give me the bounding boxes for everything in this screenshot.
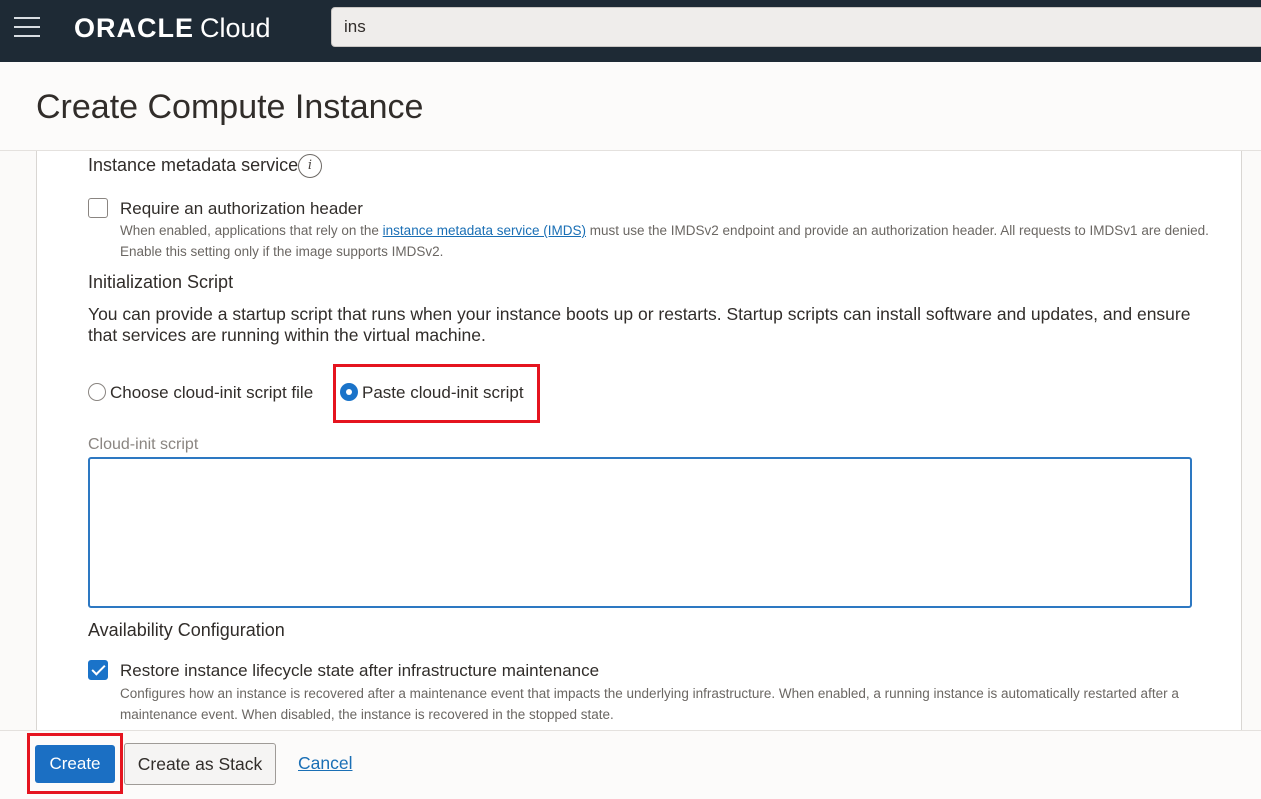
cancel-link[interactable]: Cancel (298, 753, 352, 774)
restore-lifecycle-checkbox[interactable] (88, 660, 108, 680)
auth-header-label: Require an authorization header (120, 199, 363, 218)
restore-lifecycle-help: Configures how an instance is recovered … (120, 686, 1179, 722)
footer-actions: Create Create as Stack Cancel (0, 730, 1261, 799)
auth-help-text-before: When enabled, applications that rely on … (120, 223, 383, 238)
cloud-init-script-textarea[interactable] (88, 457, 1192, 608)
top-navigation-bar: ORACLE Cloud (0, 0, 1261, 62)
page-title: Create Compute Instance (36, 88, 424, 126)
logo-product: Cloud (200, 13, 271, 43)
auth-header-help: When enabled, applications that rely on … (120, 220, 1210, 262)
restore-lifecycle-label: Restore instance lifecycle state after i… (120, 661, 600, 680)
cloud-init-script-label: Cloud-init script (88, 436, 199, 453)
auth-header-checkbox[interactable] (88, 198, 108, 218)
init-section-title: Initialization Script (88, 272, 234, 292)
choose-file-label[interactable]: Choose cloud-init script file (110, 383, 313, 403)
metadata-section-title-text: Instance metadata service (88, 155, 299, 175)
form-panel[interactable]: Instance metadata service i Require an a… (36, 151, 1242, 730)
init-section-description: You can provide a startup script that ru… (88, 304, 1191, 345)
search-input[interactable] (331, 7, 1261, 47)
create-button[interactable]: Create (35, 745, 115, 783)
choose-file-radio[interactable] (88, 383, 106, 401)
oracle-cloud-logo[interactable]: ORACLE Cloud (74, 13, 271, 44)
logo-brand: ORACLE (74, 13, 194, 43)
metadata-section-title: Instance metadata service (88, 155, 298, 176)
hamburger-menu-icon[interactable] (14, 17, 40, 37)
info-icon[interactable]: i (298, 154, 322, 178)
paste-script-highlight-box (333, 364, 540, 423)
availability-section-title: Availability Configuration (88, 620, 285, 640)
page-header: Create Compute Instance (0, 62, 1261, 151)
create-as-stack-button[interactable]: Create as Stack (124, 743, 276, 785)
imds-link[interactable]: instance metadata service (IMDS) (383, 223, 586, 238)
